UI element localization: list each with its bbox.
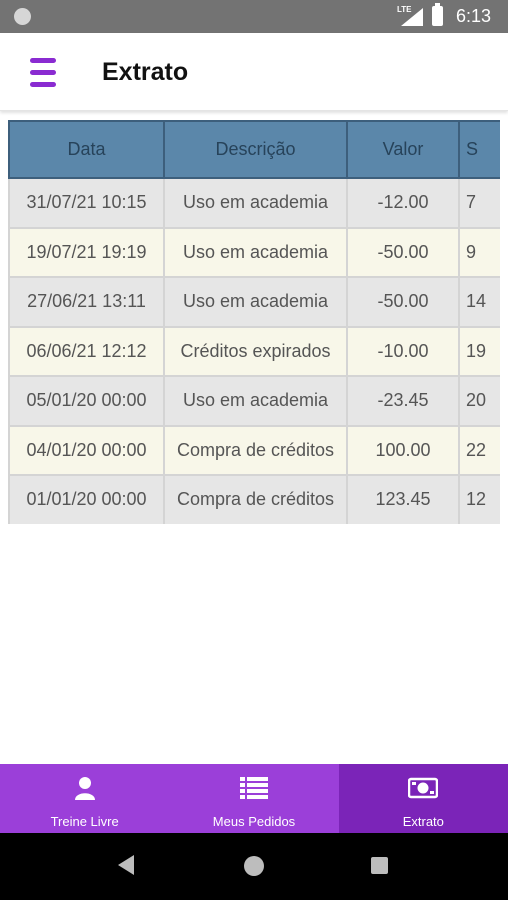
header-value[interactable]: Valor — [346, 120, 460, 179]
table-header-row: Data Descrição Valor S — [8, 120, 500, 179]
cell-value: -50.00 — [346, 276, 460, 328]
table-row[interactable]: 19/07/21 19:19 Uso em academia -50.00 9 — [8, 226, 500, 278]
table-row[interactable]: 27/06/21 13:11 Uso em academia -50.00 14 — [8, 276, 500, 328]
cell-balance: 20 — [458, 375, 500, 427]
statement-table-container[interactable]: Data Descrição Valor S 31/07/21 10:15 Us… — [8, 120, 500, 524]
nav-label: Meus Pedidos — [212, 814, 296, 829]
home-icon[interactable] — [244, 856, 264, 876]
cell-date: 06/06/21 12:12 — [8, 325, 165, 377]
signal-icon — [401, 8, 423, 26]
bottom-navigation: Treine Livre Meus Pedidos Extrato — [0, 764, 508, 833]
cell-balance: 19 — [458, 325, 500, 377]
nav-label: Extrato — [402, 814, 444, 829]
cell-description: Uso em academia — [163, 226, 348, 278]
cell-description: Uso em academia — [163, 177, 348, 229]
notification-dot-icon — [14, 8, 31, 25]
table-row[interactable]: 06/06/21 12:12 Créditos expirados -10.00… — [8, 325, 500, 377]
hamburger-icon-bar — [30, 82, 56, 87]
back-icon[interactable] — [118, 855, 134, 875]
statement-table: Data Descrição Valor S 31/07/21 10:15 Us… — [8, 120, 500, 524]
nav-extrato[interactable]: Extrato — [338, 764, 508, 833]
cell-value: 123.45 — [346, 474, 460, 524]
header-balance[interactable]: S — [458, 120, 500, 179]
cell-date: 01/01/20 00:00 — [8, 474, 165, 524]
table-row[interactable]: 04/01/20 00:00 Compra de créditos 100.00… — [8, 424, 500, 476]
list-icon — [239, 777, 268, 799]
nav-meus-pedidos[interactable]: Meus Pedidos — [169, 764, 338, 833]
cell-value: -12.00 — [346, 177, 460, 229]
system-nav-bar — [0, 833, 508, 900]
cell-date: 04/01/20 00:00 — [8, 424, 165, 476]
cell-balance: 22 — [458, 424, 500, 476]
cell-value: -23.45 — [346, 375, 460, 427]
cell-value: -10.00 — [346, 325, 460, 377]
cell-description: Uso em academia — [163, 375, 348, 427]
table-row[interactable]: 05/01/20 00:00 Uso em academia -23.45 20 — [8, 375, 500, 427]
table-row[interactable]: 31/07/21 10:15 Uso em academia -12.00 7 — [8, 177, 500, 229]
page-title: Extrato — [102, 58, 189, 86]
hamburger-icon — [30, 58, 56, 63]
nav-label: Treine Livre — [50, 814, 119, 829]
battery-icon — [432, 3, 443, 26]
status-time: 6:13 — [456, 6, 492, 26]
money-icon — [408, 777, 439, 799]
cell-value: 100.00 — [346, 424, 460, 476]
cell-description: Compra de créditos — [163, 474, 348, 524]
table-row[interactable]: 01/01/20 00:00 Compra de créditos 123.45… — [8, 474, 500, 524]
cell-date: 31/07/21 10:15 — [8, 177, 165, 229]
menu-button[interactable] — [22, 53, 66, 93]
cell-date: 19/07/21 19:19 — [8, 226, 165, 278]
cell-description: Créditos expirados — [163, 325, 348, 377]
cell-description: Compra de créditos — [163, 424, 348, 476]
cell-balance: 9 — [458, 226, 500, 278]
person-icon — [74, 777, 95, 800]
status-bar: LTE 6:13 — [0, 0, 508, 33]
hamburger-icon-bar — [30, 70, 56, 75]
nav-treine-livre[interactable]: Treine Livre — [0, 764, 169, 833]
header-description[interactable]: Descrição — [163, 120, 348, 179]
cell-description: Uso em academia — [163, 276, 348, 328]
app-bar: Extrato — [0, 33, 508, 111]
cell-value: -50.00 — [346, 226, 460, 278]
header-date[interactable]: Data — [8, 120, 165, 179]
cell-balance: 14 — [458, 276, 500, 328]
cell-date: 27/06/21 13:11 — [8, 276, 165, 328]
cell-date: 05/01/20 00:00 — [8, 375, 165, 427]
recents-icon[interactable] — [371, 857, 388, 874]
cell-balance: 7 — [458, 177, 500, 229]
cell-balance: 12 — [458, 474, 500, 524]
